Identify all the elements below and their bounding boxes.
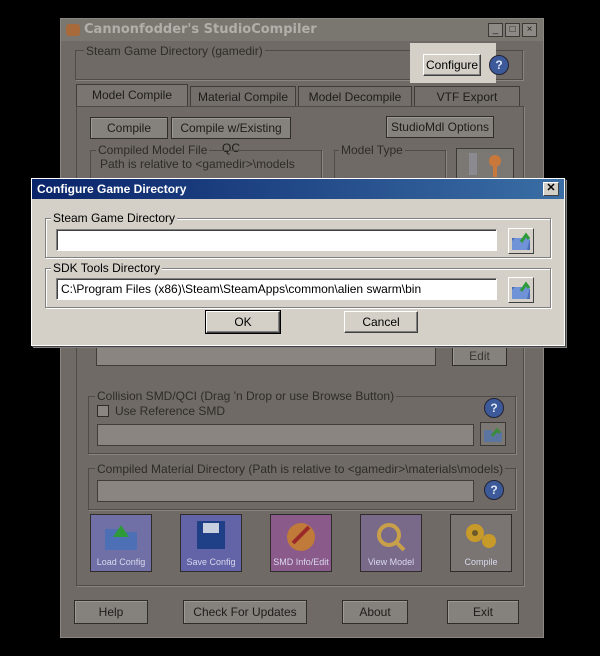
edit-button[interactable]: Edit <box>452 346 507 366</box>
gears-icon <box>466 524 496 548</box>
close-button[interactable]: × <box>522 23 537 37</box>
compile-button[interactable]: Compile <box>450 514 512 572</box>
help-icon[interactable]: ? <box>484 398 504 418</box>
steam-dir-browse-button[interactable] <box>508 228 534 254</box>
view-model-label: View Model <box>367 557 415 567</box>
minimize-button[interactable]: _ <box>488 23 503 37</box>
folder-open-icon <box>105 525 137 550</box>
tab-model-compile[interactable]: Model Compile <box>76 84 188 106</box>
use-reference-label: Use Reference SMD <box>115 404 226 418</box>
cancel-button[interactable]: Cancel <box>344 311 418 333</box>
save-config-button[interactable]: Save Config <box>180 514 242 572</box>
check-for-updates-button[interactable]: Check For Updates <box>183 600 307 624</box>
compiled-model-file-label: Compiled Model File <box>96 143 210 157</box>
maximize-button[interactable]: □ <box>505 23 520 37</box>
tab-model-decompile[interactable]: Model Decompile <box>298 86 412 106</box>
folder-open-icon <box>512 232 531 250</box>
configure-button[interactable]: Configure <box>423 54 481 76</box>
sdk-tools-fieldset-label: SDK Tools Directory <box>51 261 163 275</box>
studiomdl-options-button[interactable]: StudioMdl Options <box>386 116 494 138</box>
folder-open-icon[interactable] <box>480 422 506 446</box>
collision-label: Collision SMD/QCI (Drag 'n Drop or use B… <box>95 389 397 403</box>
tools-icon[interactable] <box>456 148 514 180</box>
help-icon[interactable]: ? <box>489 55 509 75</box>
model-type-label: Model Type <box>339 143 405 157</box>
collision-field[interactable] <box>97 424 474 446</box>
compiled-material-label: Compiled Material Directory (Path is rel… <box>95 462 506 476</box>
magnifier-icon <box>377 523 406 552</box>
compile-existing-qc-button[interactable]: Compile w/Existing QC <box>171 117 291 155</box>
floppy-disk-icon <box>197 521 225 549</box>
ok-button[interactable]: OK <box>205 310 281 334</box>
view-model-button[interactable]: View Model <box>360 514 422 572</box>
compile-label: Compile <box>464 557 498 567</box>
steam-dir-input[interactable] <box>56 229 497 251</box>
dialog-title: Configure Game Directory <box>37 182 187 196</box>
use-reference-checkbox[interactable] <box>97 405 109 417</box>
steam-dir-label: Steam Game Directory (gamedir) <box>84 44 265 58</box>
about-button[interactable]: About <box>342 600 408 624</box>
folder-open-icon <box>512 281 531 299</box>
help-icon[interactable]: ? <box>484 480 504 500</box>
compiled-material-field[interactable] <box>97 480 474 502</box>
bodygroup-field[interactable] <box>96 346 436 366</box>
help-button[interactable]: Help <box>74 600 148 624</box>
tab-material-compile[interactable]: Material Compile <box>190 86 296 106</box>
dialog-close-button[interactable]: ✕ <box>543 182 559 196</box>
load-config-button[interactable]: Load Config <box>90 514 152 572</box>
smd-info-edit-label: SMD Info/Edit <box>273 557 329 567</box>
sdk-tools-browse-button[interactable] <box>508 277 534 303</box>
app-icon <box>66 24 80 36</box>
edit-icon <box>287 523 315 551</box>
compile-model-button[interactable]: Compile Model <box>90 117 168 155</box>
steam-dir-fieldset-label: Steam Game Directory <box>51 211 178 225</box>
load-config-label: Load Config <box>96 557 146 567</box>
path-relative-label: Path is relative to <gamedir>\models <box>100 157 295 171</box>
smd-info-edit-button[interactable]: SMD Info/Edit <box>270 514 332 572</box>
tab-vtf-export[interactable]: VTF Export <box>414 86 520 106</box>
exit-button[interactable]: Exit <box>447 600 519 624</box>
main-window-title: Cannonfodder's StudioCompiler <box>84 22 317 37</box>
save-config-label: Save Config <box>186 557 236 567</box>
sdk-tools-input[interactable]: C:\Program Files (x86)\Steam\SteamApps\c… <box>56 278 497 300</box>
